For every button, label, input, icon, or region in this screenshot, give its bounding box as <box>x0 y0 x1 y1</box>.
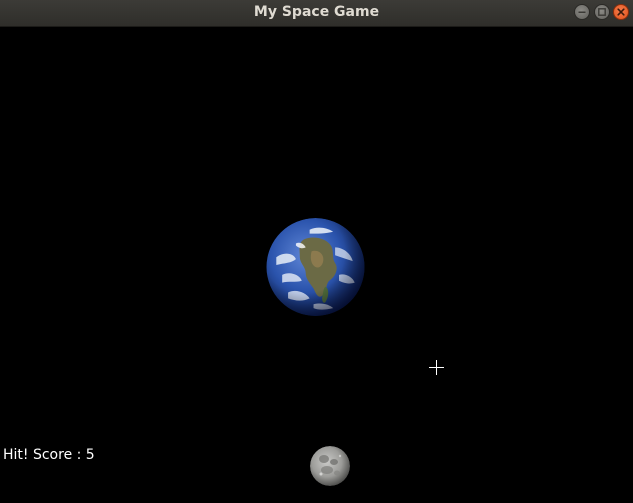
crosshair-icon <box>429 360 444 375</box>
moon-sprite[interactable] <box>310 446 350 486</box>
title-bar[interactable]: My Space Game <box>0 0 633 27</box>
earth-sprite[interactable] <box>266 218 365 316</box>
maximize-button[interactable] <box>594 4 610 20</box>
moon-icon <box>310 446 350 486</box>
window-title: My Space Game <box>253 4 380 20</box>
close-button[interactable] <box>613 4 629 20</box>
score-label: Hit! Score : 5 <box>3 447 95 463</box>
crosshair-cursor <box>429 360 444 375</box>
close-icon <box>617 8 625 16</box>
minimize-icon <box>578 11 586 13</box>
earth-icon <box>266 218 365 316</box>
maximize-icon <box>598 8 606 16</box>
game-window: My Space Game Hit! Score: 5 <box>0 0 633 503</box>
minimize-button[interactable] <box>574 4 590 20</box>
game-canvas[interactable]: Hit! Score : 5 <box>0 27 633 503</box>
